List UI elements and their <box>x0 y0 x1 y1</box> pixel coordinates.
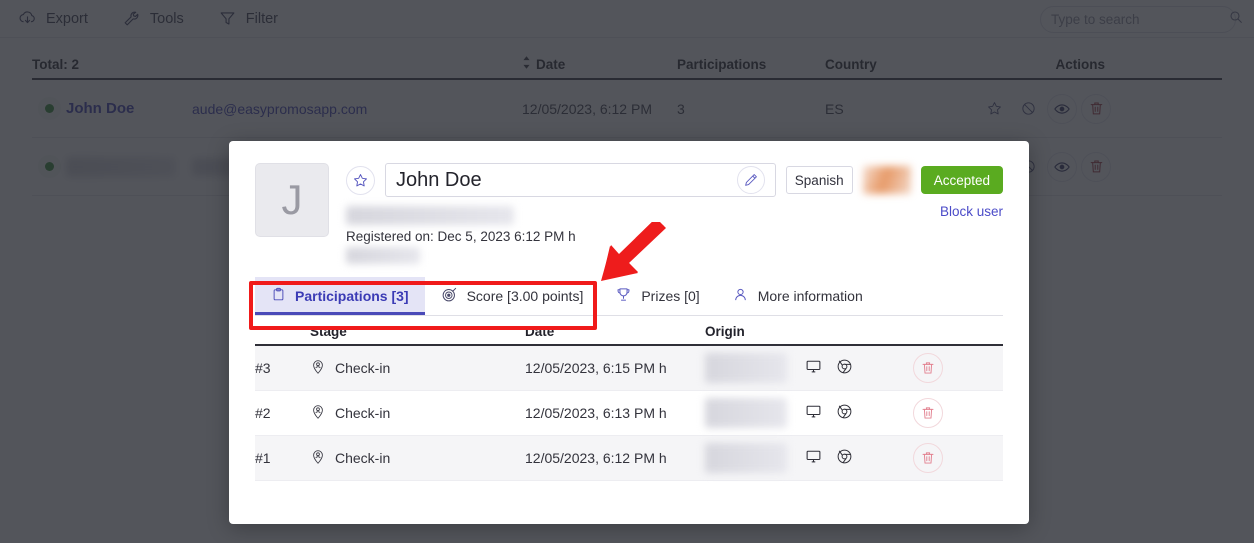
trash-icon[interactable] <box>913 443 943 473</box>
participation-origin <box>705 398 913 428</box>
participations-actions-header <box>913 339 1003 344</box>
chrome-icon <box>836 403 853 423</box>
redacted-origin <box>705 398 787 428</box>
participations-date-header: Date <box>525 324 555 339</box>
redacted-origin <box>705 443 787 473</box>
participation-stage: Check-in <box>310 449 525 468</box>
monitor-icon <box>805 448 822 468</box>
avatar: J <box>255 163 329 237</box>
participation-row: #1 Check-in 12/05/2023, 6:12 PM h <box>255 436 1003 481</box>
participation-date: 12/05/2023, 6:12 PM h <box>525 450 667 466</box>
trash-icon[interactable] <box>913 398 943 428</box>
location-person-icon <box>310 449 326 468</box>
target-icon <box>441 286 458 306</box>
participant-detail-modal: J Spanish Accepted <box>229 141 1029 524</box>
redacted-origin <box>705 353 787 383</box>
chrome-icon <box>836 358 853 378</box>
registered-on: Registered on: Dec 5, 2023 6:12 PM h <box>346 229 576 244</box>
block-user-link[interactable]: Block user <box>940 204 1003 219</box>
language-button[interactable]: Spanish <box>785 166 853 194</box>
trash-icon[interactable] <box>913 353 943 383</box>
modal-header: J Spanish Accepted <box>255 163 1003 264</box>
pencil-icon[interactable] <box>736 166 765 194</box>
participation-date: 12/05/2023, 6:13 PM h <box>525 405 667 421</box>
participation-row: #2 Check-in 12/05/2023, 6:13 PM h <box>255 391 1003 436</box>
trophy-icon <box>615 286 632 306</box>
status-badge[interactable]: Accepted <box>920 166 1003 194</box>
participation-stage: Check-in <box>310 404 525 423</box>
participation-stage: Check-in <box>310 359 525 378</box>
participation-index: #3 <box>255 360 271 376</box>
participations-stage-header: Stage <box>310 324 347 339</box>
redacted-email-line <box>346 206 514 225</box>
chrome-icon <box>836 448 853 468</box>
tab-score[interactable]: Score [3.00 points] <box>425 277 600 315</box>
participation-stage-label: Check-in <box>335 360 391 376</box>
participation-index: #2 <box>255 405 271 421</box>
participation-row: #3 Check-in 12/05/2023, 6:15 PM h <box>255 346 1003 391</box>
tab-participations[interactable]: Participations [3] <box>255 277 425 315</box>
participation-stage-label: Check-in <box>335 405 391 421</box>
participation-index: #1 <box>255 450 271 466</box>
country-flag-redacted <box>862 166 911 194</box>
tab-more-information-label: More information <box>757 288 863 304</box>
tab-prizes[interactable]: Prizes [0] <box>599 277 715 315</box>
monitor-icon <box>805 403 822 423</box>
tab-score-label: Score [3.00 points] <box>466 288 584 304</box>
participation-origin <box>705 443 913 473</box>
participations-origin-header: Origin <box>705 324 745 339</box>
location-person-icon <box>310 359 326 378</box>
name-field[interactable] <box>385 163 776 197</box>
person-icon <box>732 286 749 306</box>
tab-more-information[interactable]: More information <box>716 277 879 315</box>
star-outline-icon[interactable] <box>346 165 375 195</box>
participation-actions <box>913 353 1003 383</box>
name-input[interactable] <box>396 168 737 192</box>
location-person-icon <box>310 404 326 423</box>
participation-date: 12/05/2023, 6:15 PM h <box>525 360 667 376</box>
participation-actions <box>913 443 1003 473</box>
redacted-extra-line <box>346 247 420 264</box>
monitor-icon <box>805 358 822 378</box>
modal-tabs: Participations [3] Score [3.00 points] P… <box>255 277 1003 316</box>
tab-prizes-label: Prizes [0] <box>641 288 700 304</box>
participations-header-row: Stage Date Origin <box>255 316 1003 346</box>
participation-stage-label: Check-in <box>335 450 391 466</box>
participation-origin <box>705 353 913 383</box>
participations-index-header <box>255 339 310 344</box>
clipboard-icon <box>271 286 286 306</box>
participation-actions <box>913 398 1003 428</box>
tab-participations-label: Participations [3] <box>295 288 409 304</box>
